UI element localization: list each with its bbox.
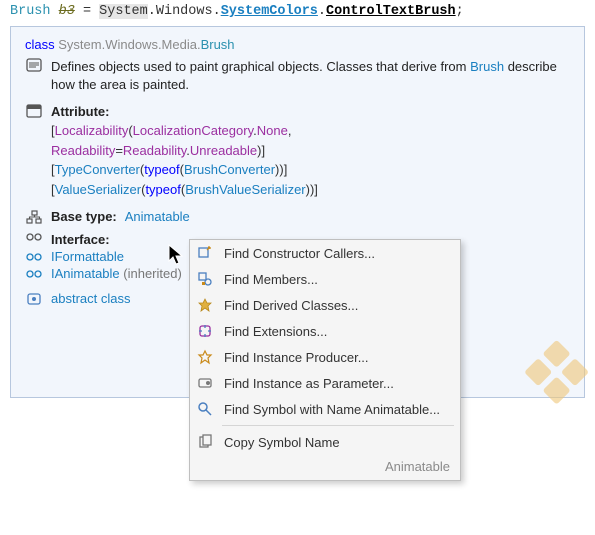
code-type: Brush: [10, 4, 51, 19]
interface-link[interactable]: IFormattable: [51, 249, 124, 264]
attribute-title: Attribute:: [51, 104, 110, 119]
abstract-class-link[interactable]: abstract class: [51, 291, 130, 306]
menu-label: Find Symbol with Name Animatable...: [224, 402, 440, 417]
menu-copy-symbol-name[interactable]: Copy Symbol Name: [190, 429, 460, 455]
menu-label: Find Members...: [224, 272, 318, 287]
tooltip-description-row: Defines objects used to paint graphical …: [25, 58, 570, 94]
attr-none[interactable]: None: [257, 123, 288, 138]
attr-typeof-kw: typeof: [145, 182, 180, 197]
instance-parameter-icon: [196, 374, 214, 392]
attribute-line: [TypeConverter(typeof(BrushConverter))]: [51, 160, 570, 180]
base-type-row: Base type: Animatable: [25, 209, 570, 224]
attribute-icon: [25, 104, 43, 118]
attribute-line: [Localizability(LocalizationCategory.Non…: [51, 121, 570, 141]
copy-icon: [196, 433, 214, 451]
desc-link-brush[interactable]: Brush: [470, 59, 504, 74]
code-member-link[interactable]: ControlTextBrush: [326, 4, 456, 19]
menu-find-derived-classes[interactable]: Find Derived Classes...: [190, 292, 460, 318]
tooltip-header: class System.Windows.Media.Brush: [25, 37, 570, 52]
attr-unreadable[interactable]: Unreadable: [190, 143, 257, 158]
menu-find-extensions[interactable]: Find Extensions...: [190, 318, 460, 344]
interface-link[interactable]: IAnimatable: [51, 266, 120, 281]
menu-label: Copy Symbol Name: [224, 435, 340, 450]
derived-classes-icon: [196, 296, 214, 314]
constructor-callers-icon: [196, 244, 214, 262]
attribute-list: [Localizability(LocalizationCategory.Non…: [51, 121, 570, 199]
menu-find-instance-producer[interactable]: Find Instance Producer...: [190, 344, 460, 370]
attribute-line: Readability=Readability.Unreadable)]: [51, 141, 570, 161]
find-members-icon: [196, 270, 214, 288]
attr-loc-cat[interactable]: LocalizationCategory: [133, 123, 253, 138]
find-extensions-icon: [196, 322, 214, 340]
code-eq: =: [83, 4, 91, 19]
code-ns-highlight: System: [99, 4, 148, 19]
code-line: Brush b3 = System.Windows.SystemColors.C…: [0, 0, 595, 21]
menu-label: Find Extensions...: [224, 324, 327, 339]
menu-separator: [222, 425, 454, 426]
interface-item-icon: [25, 269, 43, 279]
interface-inherited: (inherited): [120, 266, 182, 281]
interface-title: Interface:: [51, 232, 110, 247]
instance-producer-icon: [196, 348, 214, 366]
find-symbol-icon: [196, 400, 214, 418]
menu-label: Find Instance as Parameter...: [224, 376, 394, 391]
desc-text-pre: Defines objects used to paint graphical …: [51, 59, 470, 74]
menu-find-members[interactable]: Find Members...: [190, 266, 460, 292]
interface-item-icon: [25, 252, 43, 262]
attr-localizability[interactable]: Localizability: [55, 123, 129, 138]
attr-valueserializer[interactable]: ValueSerializer: [55, 182, 141, 197]
tooltip-keyword: class: [25, 37, 55, 52]
tooltip-description: Defines objects used to paint graphical …: [51, 58, 570, 94]
description-icon: [25, 58, 43, 72]
menu-label: Find Instance Producer...: [224, 350, 369, 365]
tooltip-namespace: System.Windows.Media.: [58, 37, 200, 52]
attribute-line: [ValueSerializer(typeof(BrushValueSerial…: [51, 180, 570, 200]
menu-caption: Animatable: [190, 455, 460, 480]
attr-typeof-kw: typeof: [144, 162, 179, 177]
attr-readability[interactable]: Readability: [51, 143, 115, 158]
code-ns-rest: .Windows.: [148, 4, 221, 19]
abstract-icon: [25, 292, 43, 306]
menu-find-symbol-with-name[interactable]: Find Symbol with Name Animatable...: [190, 396, 460, 422]
tooltip-watermark-icon: [511, 328, 595, 421]
code-dot: .: [318, 4, 326, 19]
code-class-link[interactable]: SystemColors: [221, 4, 318, 19]
interface-icon: [25, 232, 43, 242]
attr-readability-enum[interactable]: Readability: [123, 143, 186, 158]
menu-find-instance-as-parameter[interactable]: Find Instance as Parameter...: [190, 370, 460, 396]
tooltip-class: Brush: [201, 37, 235, 52]
attr-typeconverter[interactable]: TypeConverter: [55, 162, 140, 177]
base-type-title: Base type:: [51, 209, 117, 224]
attr-brushvalueserializer[interactable]: BrushValueSerializer: [185, 182, 305, 197]
menu-find-constructor-callers[interactable]: Find Constructor Callers...: [190, 240, 460, 266]
attr-brushconverter[interactable]: BrushConverter: [184, 162, 275, 177]
menu-label: Find Constructor Callers...: [224, 246, 375, 261]
base-type-link[interactable]: Animatable: [125, 209, 190, 224]
context-menu: Find Constructor Callers... Find Members…: [189, 239, 461, 481]
base-type-icon: [25, 210, 43, 224]
attribute-section: Attribute:: [25, 104, 570, 119]
menu-label: Find Derived Classes...: [224, 298, 358, 313]
code-variable: b3: [59, 4, 75, 19]
code-semi: ;: [456, 4, 464, 19]
